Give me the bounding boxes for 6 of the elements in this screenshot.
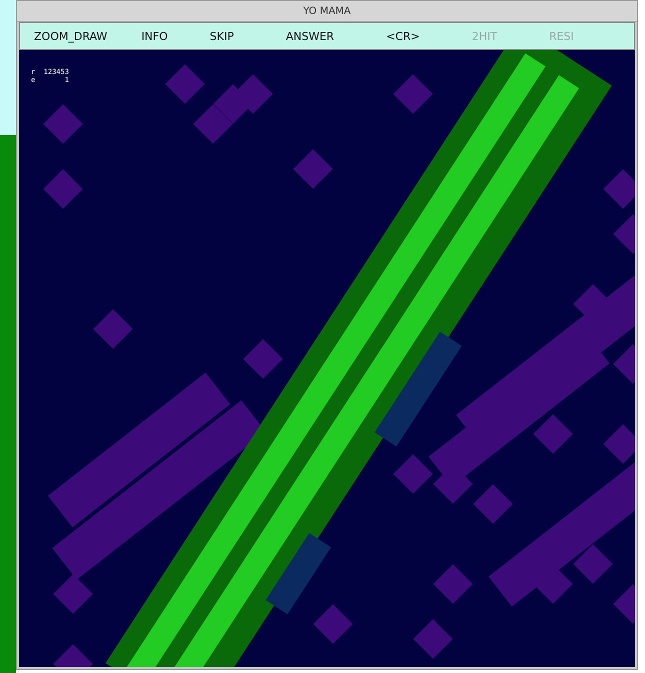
menu-item[interactable]: ANSWER: [280, 30, 340, 42]
window-title: YO MAMA: [303, 6, 351, 16]
menu-item[interactable]: <CR>: [380, 30, 426, 42]
menu-item[interactable]: SKIP: [204, 30, 240, 42]
menu-item[interactable]: INFO: [135, 30, 174, 42]
menu-item[interactable]: ZOOM_DRAW: [28, 30, 114, 42]
